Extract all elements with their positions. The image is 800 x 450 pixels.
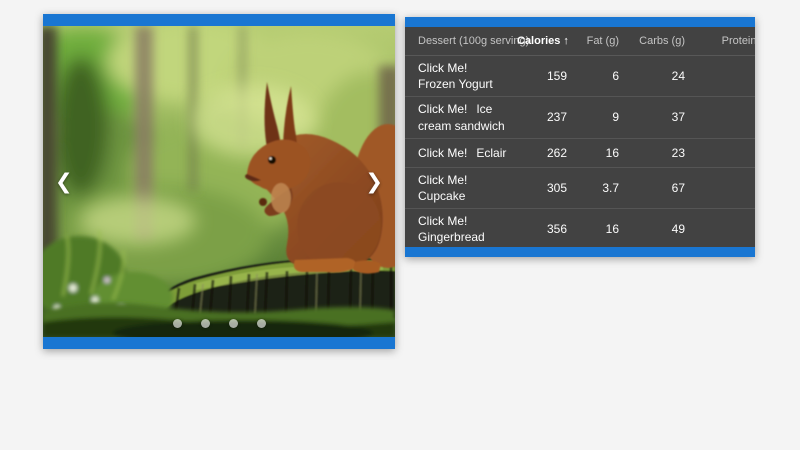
header-protein[interactable]: Protein (g) xyxy=(693,27,755,56)
cell-fat: 16 xyxy=(575,208,627,247)
cell-protein xyxy=(693,96,755,139)
header-calories-sorted[interactable]: Calories ↑ xyxy=(517,27,575,56)
cell-carbs: 37 xyxy=(627,96,693,139)
dessert-name: Frozen Yogurt xyxy=(418,77,493,92)
header-carbs[interactable]: Carbs (g) xyxy=(627,27,693,56)
dessert-name: Gingerbread xyxy=(418,230,485,245)
carousel-dot[interactable] xyxy=(228,319,238,328)
cell-dessert: Click Me! Eclair xyxy=(405,138,517,168)
cell-protein xyxy=(693,55,755,98)
carousel-dot[interactable] xyxy=(256,319,266,328)
dessert-name: Cupcake xyxy=(418,188,466,203)
carousel-next-button[interactable]: ❯ xyxy=(359,169,389,194)
table-row: Click Me! Gingerbread 356 16 49 xyxy=(405,208,755,247)
dessert-table: Dessert (100g serving) Calories ↑ Fat (g)… xyxy=(405,27,755,247)
cell-carbs: 24 xyxy=(627,55,693,98)
click-me-button[interactable]: Click Me! xyxy=(418,61,467,75)
click-me-button[interactable]: Click Me! xyxy=(418,102,467,116)
click-me-button[interactable]: Click Me! xyxy=(418,173,467,187)
table-row: Click Me! Eclair 262 16 23 xyxy=(405,138,755,168)
carousel-dots xyxy=(43,319,395,328)
header-calories-label: Calories xyxy=(517,35,561,47)
squirrel-photo xyxy=(43,26,395,337)
carousel-dot[interactable] xyxy=(200,319,210,328)
cell-carbs: 23 xyxy=(627,138,693,168)
cell-fat: 9 xyxy=(575,96,627,139)
cell-carbs: 67 xyxy=(627,167,693,210)
table-row: Click Me! Ice cream sandwich 237 9 37 xyxy=(405,96,755,139)
carousel-dot[interactable] xyxy=(172,319,182,328)
cell-dessert: Click Me! Gingerbread xyxy=(405,208,517,247)
cell-calories: 262 xyxy=(517,138,575,168)
cell-fat: 3.7 xyxy=(575,167,627,210)
cell-calories: 356 xyxy=(517,208,575,247)
carousel-prev-button[interactable]: ❮ xyxy=(49,169,79,194)
cell-protein xyxy=(693,208,755,247)
cell-fat: 6 xyxy=(575,55,627,98)
cell-calories: 305 xyxy=(517,167,575,210)
carousel-slide: ❮ ❯ xyxy=(43,26,395,337)
sort-ascending-icon: ↑ xyxy=(563,35,569,47)
cell-fat: 16 xyxy=(575,138,627,168)
cell-calories: 159 xyxy=(517,55,575,98)
image-carousel: ❮ ❯ xyxy=(43,14,395,349)
dessert-table-card: Dessert (100g serving) Calories ↑ Fat (g)… xyxy=(405,17,755,257)
header-dessert[interactable]: Dessert (100g serving) xyxy=(405,27,529,56)
click-me-button[interactable]: Click Me! xyxy=(418,214,467,228)
cell-carbs: 49 xyxy=(627,208,693,247)
table-row: Click Me! Frozen Yogurt 159 6 24 xyxy=(405,55,755,98)
cell-protein xyxy=(693,138,755,168)
cell-protein xyxy=(693,167,755,210)
cell-calories: 237 xyxy=(517,96,575,139)
cell-dessert: Click Me! Frozen Yogurt xyxy=(405,55,517,98)
table-row: Click Me!Cupcake 305 3.7 67 xyxy=(405,167,755,210)
click-me-button[interactable]: Click Me! xyxy=(418,146,467,160)
table-header-row: Dessert (100g serving) Calories ↑ Fat (g)… xyxy=(405,27,755,56)
cell-dessert: Click Me! Ice cream sandwich xyxy=(405,96,517,139)
dessert-name: Eclair xyxy=(476,145,507,160)
cell-dessert: Click Me!Cupcake xyxy=(405,167,517,210)
header-fat[interactable]: Fat (g) xyxy=(575,27,627,56)
